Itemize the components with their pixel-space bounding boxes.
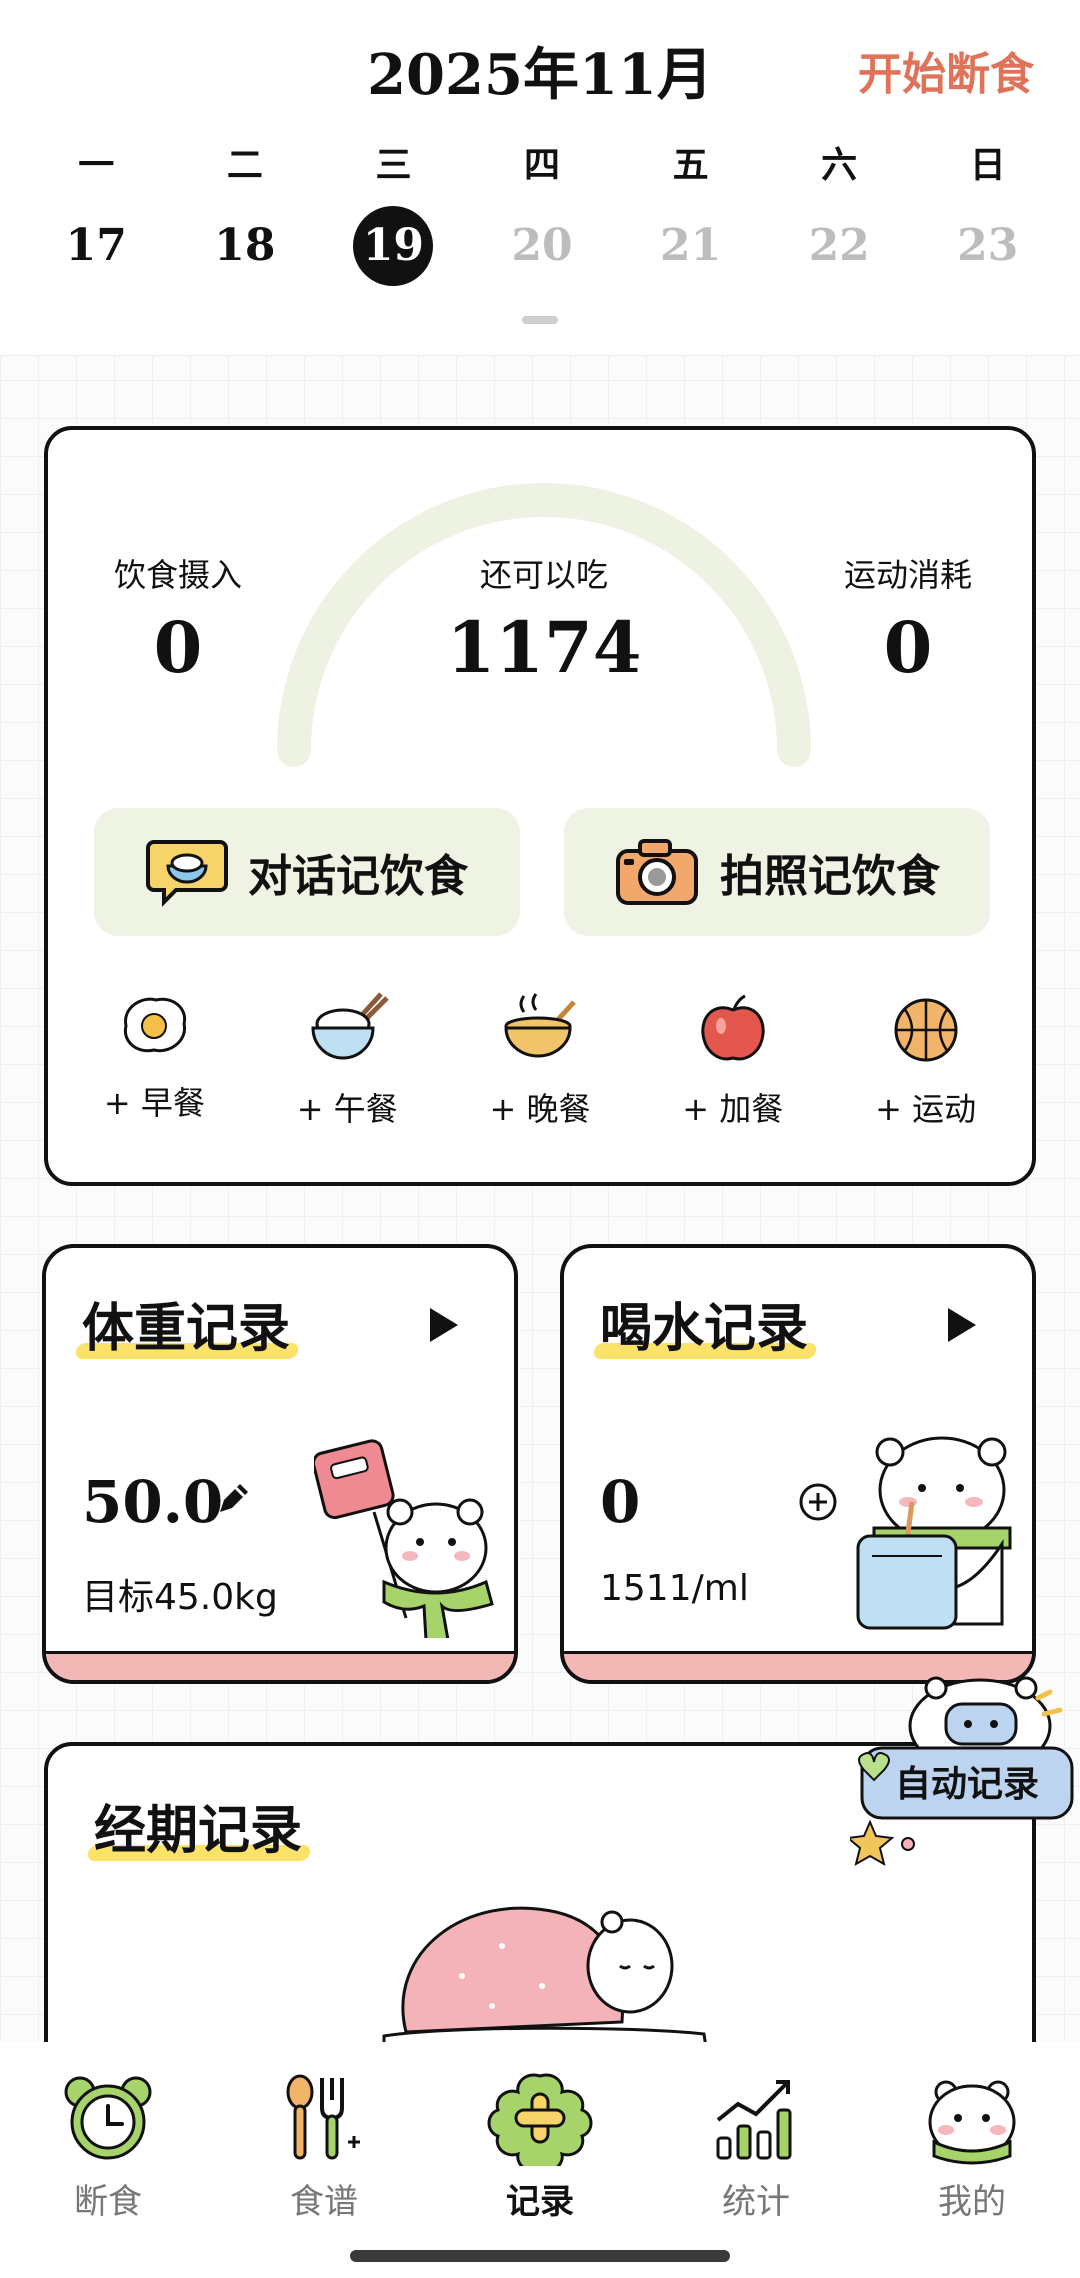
add-snack-button[interactable]: + 加餐 <box>653 990 813 1130</box>
water-record-card[interactable]: 喝水记录 0 1511/ml <box>560 1244 1036 1684</box>
basketball-icon <box>894 998 958 1062</box>
burned-value: 0 <box>883 606 933 689</box>
water-value: 0 <box>600 1468 641 1536</box>
add-breakfast-button[interactable]: + 早餐 <box>74 990 234 1130</box>
add-record-icon <box>487 2073 593 2166</box>
bar-chart-icon <box>716 2080 792 2160</box>
date-cell-selected[interactable]: 19 <box>319 206 468 286</box>
intake-value: 0 <box>153 606 203 689</box>
weekday-label: 六 <box>821 144 858 186</box>
intake-stat: 饮食摄入 0 <box>78 550 278 689</box>
weight-card-title: 体重记录 <box>82 1286 290 1361</box>
remaining-value: 1174 <box>446 606 642 689</box>
nav-statistics[interactable]: 统计 <box>671 2070 841 2278</box>
weekday-row: 一 二 三 四 五 六 日 <box>22 136 1062 188</box>
weekday-label: 四 <box>524 144 561 186</box>
bear-profile-icon <box>928 2080 1016 2165</box>
camera-icon <box>616 839 698 905</box>
date-cell[interactable]: 22 <box>765 206 914 286</box>
add-dinner-button[interactable]: + 晚餐 <box>460 990 620 1130</box>
burned-label: 运动消耗 <box>843 556 972 594</box>
bear-scale-illustration <box>314 1439 494 1638</box>
nav-recipes[interactable]: 食谱 <box>239 2070 409 2278</box>
calendar-header: 2025年11月 开始断食 一 二 三 四 五 六 日 17 18 19 20 … <box>0 0 1080 356</box>
date-cell[interactable]: 21 <box>616 206 765 286</box>
bottom-navigation: 断食 食谱 记录 统计 我的 <box>0 2042 1080 2278</box>
meal-shortcuts: + 早餐 + 午餐 + 晚餐 + 加餐 + 运动 <box>48 990 1032 1130</box>
date-cell[interactable]: 17 <box>22 206 171 286</box>
auto-record-badge[interactable]: 自动记录 <box>850 1674 1080 1884</box>
pencil-icon[interactable] <box>214 1482 250 1518</box>
bear-drinking-illustration <box>856 1436 1012 1630</box>
start-fasting-button[interactable]: 开始断食 <box>858 38 1034 102</box>
bear-sleeping-illustration <box>382 1906 710 2064</box>
date-cell[interactable]: 20 <box>468 206 617 286</box>
nav-label: 食谱 <box>290 2182 358 2222</box>
nav-profile[interactable]: 我的 <box>887 2070 1057 2278</box>
weekday-label: 一 <box>78 144 115 186</box>
nav-label: 断食 <box>74 2182 142 2222</box>
photo-log-label: 拍照记饮食 <box>720 851 940 902</box>
add-exercise-button[interactable]: + 运动 <box>846 990 1006 1130</box>
date-cell[interactable]: 23 <box>913 206 1062 286</box>
weekday-label: 二 <box>226 144 263 186</box>
meal-label: + 加餐 <box>682 1090 784 1128</box>
nav-label: 记录 <box>506 2182 574 2222</box>
fried-egg-icon <box>124 997 187 1053</box>
date-cell[interactable]: 18 <box>171 206 320 286</box>
weekday-label: 三 <box>375 144 412 186</box>
meal-label: + 午餐 <box>296 1090 398 1128</box>
soup-bowl-icon <box>504 993 576 1058</box>
burned-stat: 运动消耗 0 <box>808 550 1008 689</box>
expand-calendar-handle[interactable] <box>522 316 558 324</box>
water-card-title: 喝水记录 <box>600 1286 808 1361</box>
weight-record-card[interactable]: 体重记录 50.0 目标45.0kg <box>42 1244 518 1684</box>
meal-label: + 早餐 <box>103 1084 205 1122</box>
chat-bowl-icon <box>146 840 228 907</box>
home-indicator <box>350 2250 730 2262</box>
calorie-summary-card: 饮食摄入 0 还可以吃 1174 运动消耗 0 对话记饮食 拍照记饮食 + 早餐… <box>44 426 1036 1186</box>
alarm-clock-icon <box>64 2076 152 2160</box>
weight-goal: 目标45.0kg <box>82 1577 278 1618</box>
apple-icon <box>701 994 765 1061</box>
nav-label: 我的 <box>938 2182 1006 2222</box>
meal-label: + 晚餐 <box>489 1090 591 1128</box>
weight-arrow-icon[interactable] <box>430 1308 458 1342</box>
utensils-icon <box>286 2074 360 2160</box>
water-arrow-icon[interactable] <box>948 1308 976 1342</box>
photo-log-food-button[interactable]: 拍照记饮食 <box>564 808 990 936</box>
chat-log-food-button[interactable]: 对话记饮食 <box>94 808 520 936</box>
remaining-label: 还可以吃 <box>479 556 608 594</box>
auto-record-label: 自动记录 <box>895 1763 1039 1805</box>
add-lunch-button[interactable]: + 午餐 <box>267 990 427 1130</box>
nav-label: 统计 <box>722 2182 790 2222</box>
water-target: 1511/ml <box>600 1568 749 1609</box>
weekday-label: 五 <box>672 144 709 186</box>
nav-record[interactable]: 记录 <box>455 2070 625 2278</box>
intake-label: 饮食摄入 <box>113 556 242 594</box>
weight-value: 50.0 <box>82 1468 224 1536</box>
nav-fasting[interactable]: 断食 <box>23 2070 193 2278</box>
add-water-icon[interactable] <box>798 1482 838 1522</box>
remaining-stat: 还可以吃 1174 <box>394 550 694 689</box>
meal-label: + 运动 <box>875 1090 977 1128</box>
chat-log-label: 对话记饮食 <box>248 851 468 902</box>
period-card-title: 经期记录 <box>94 1788 302 1863</box>
weekday-label: 日 <box>969 144 1006 186</box>
date-row: 17 18 19 20 21 22 23 <box>22 206 1062 286</box>
rice-bowl-icon <box>311 992 389 1060</box>
